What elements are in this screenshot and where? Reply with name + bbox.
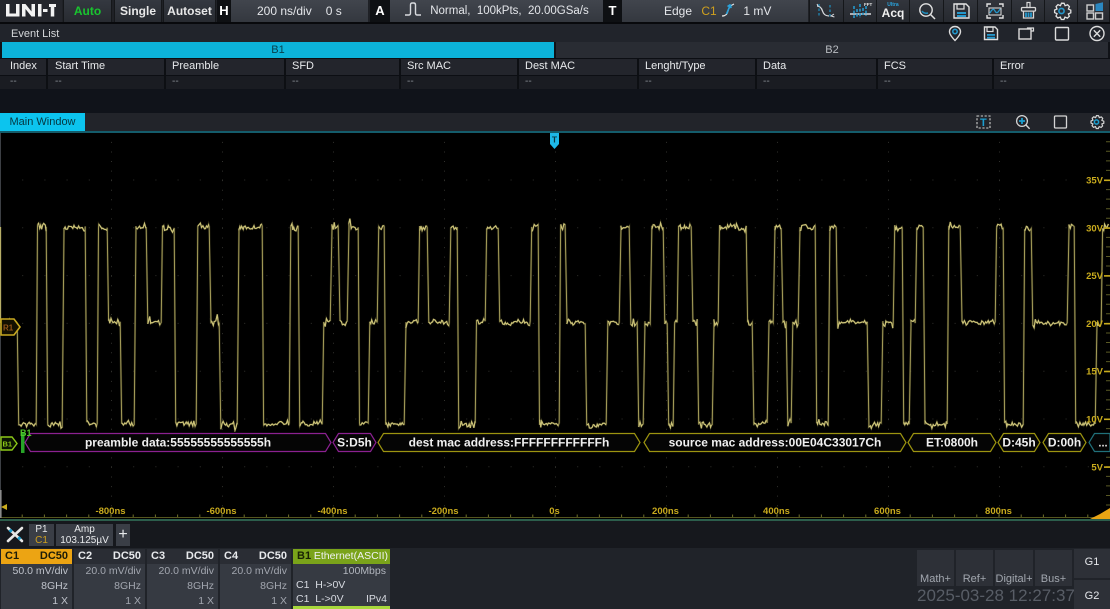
svg-text:10V: 10V [1086,415,1104,426]
svg-text:S:D5h: S:D5h [337,436,372,450]
svg-text:FFT: FFT [864,2,872,7]
svg-text:T: T [552,135,558,145]
svg-text:B1: B1 [3,440,13,449]
svg-text:5V: 5V [1091,462,1103,473]
svg-text:ET:0800h: ET:0800h [926,436,978,450]
svg-text:...: ... [1098,438,1107,450]
svg-text:30V: 30V [1086,223,1104,234]
svg-text:B1: B1 [20,428,32,438]
svg-text:T: T [980,117,987,129]
svg-text:15V: 15V [1086,367,1104,378]
svg-text:preamble data:55555555555555h: preamble data:55555555555555h [85,436,271,450]
svg-text:25V: 25V [1086,271,1104,282]
svg-text:source mac address:00E04C33017: source mac address:00E04C33017Ch [669,436,882,450]
svg-text:dest mac address:FFFFFFFFFFFFh: dest mac address:FFFFFFFFFFFFh [409,436,610,450]
svg-text:D:45h: D:45h [1002,436,1035,450]
svg-text:35V: 35V [1086,176,1104,187]
svg-text:D:00h: D:00h [1048,436,1081,450]
svg-text:20V: 20V [1086,319,1104,330]
svg-text:R1: R1 [3,324,14,333]
